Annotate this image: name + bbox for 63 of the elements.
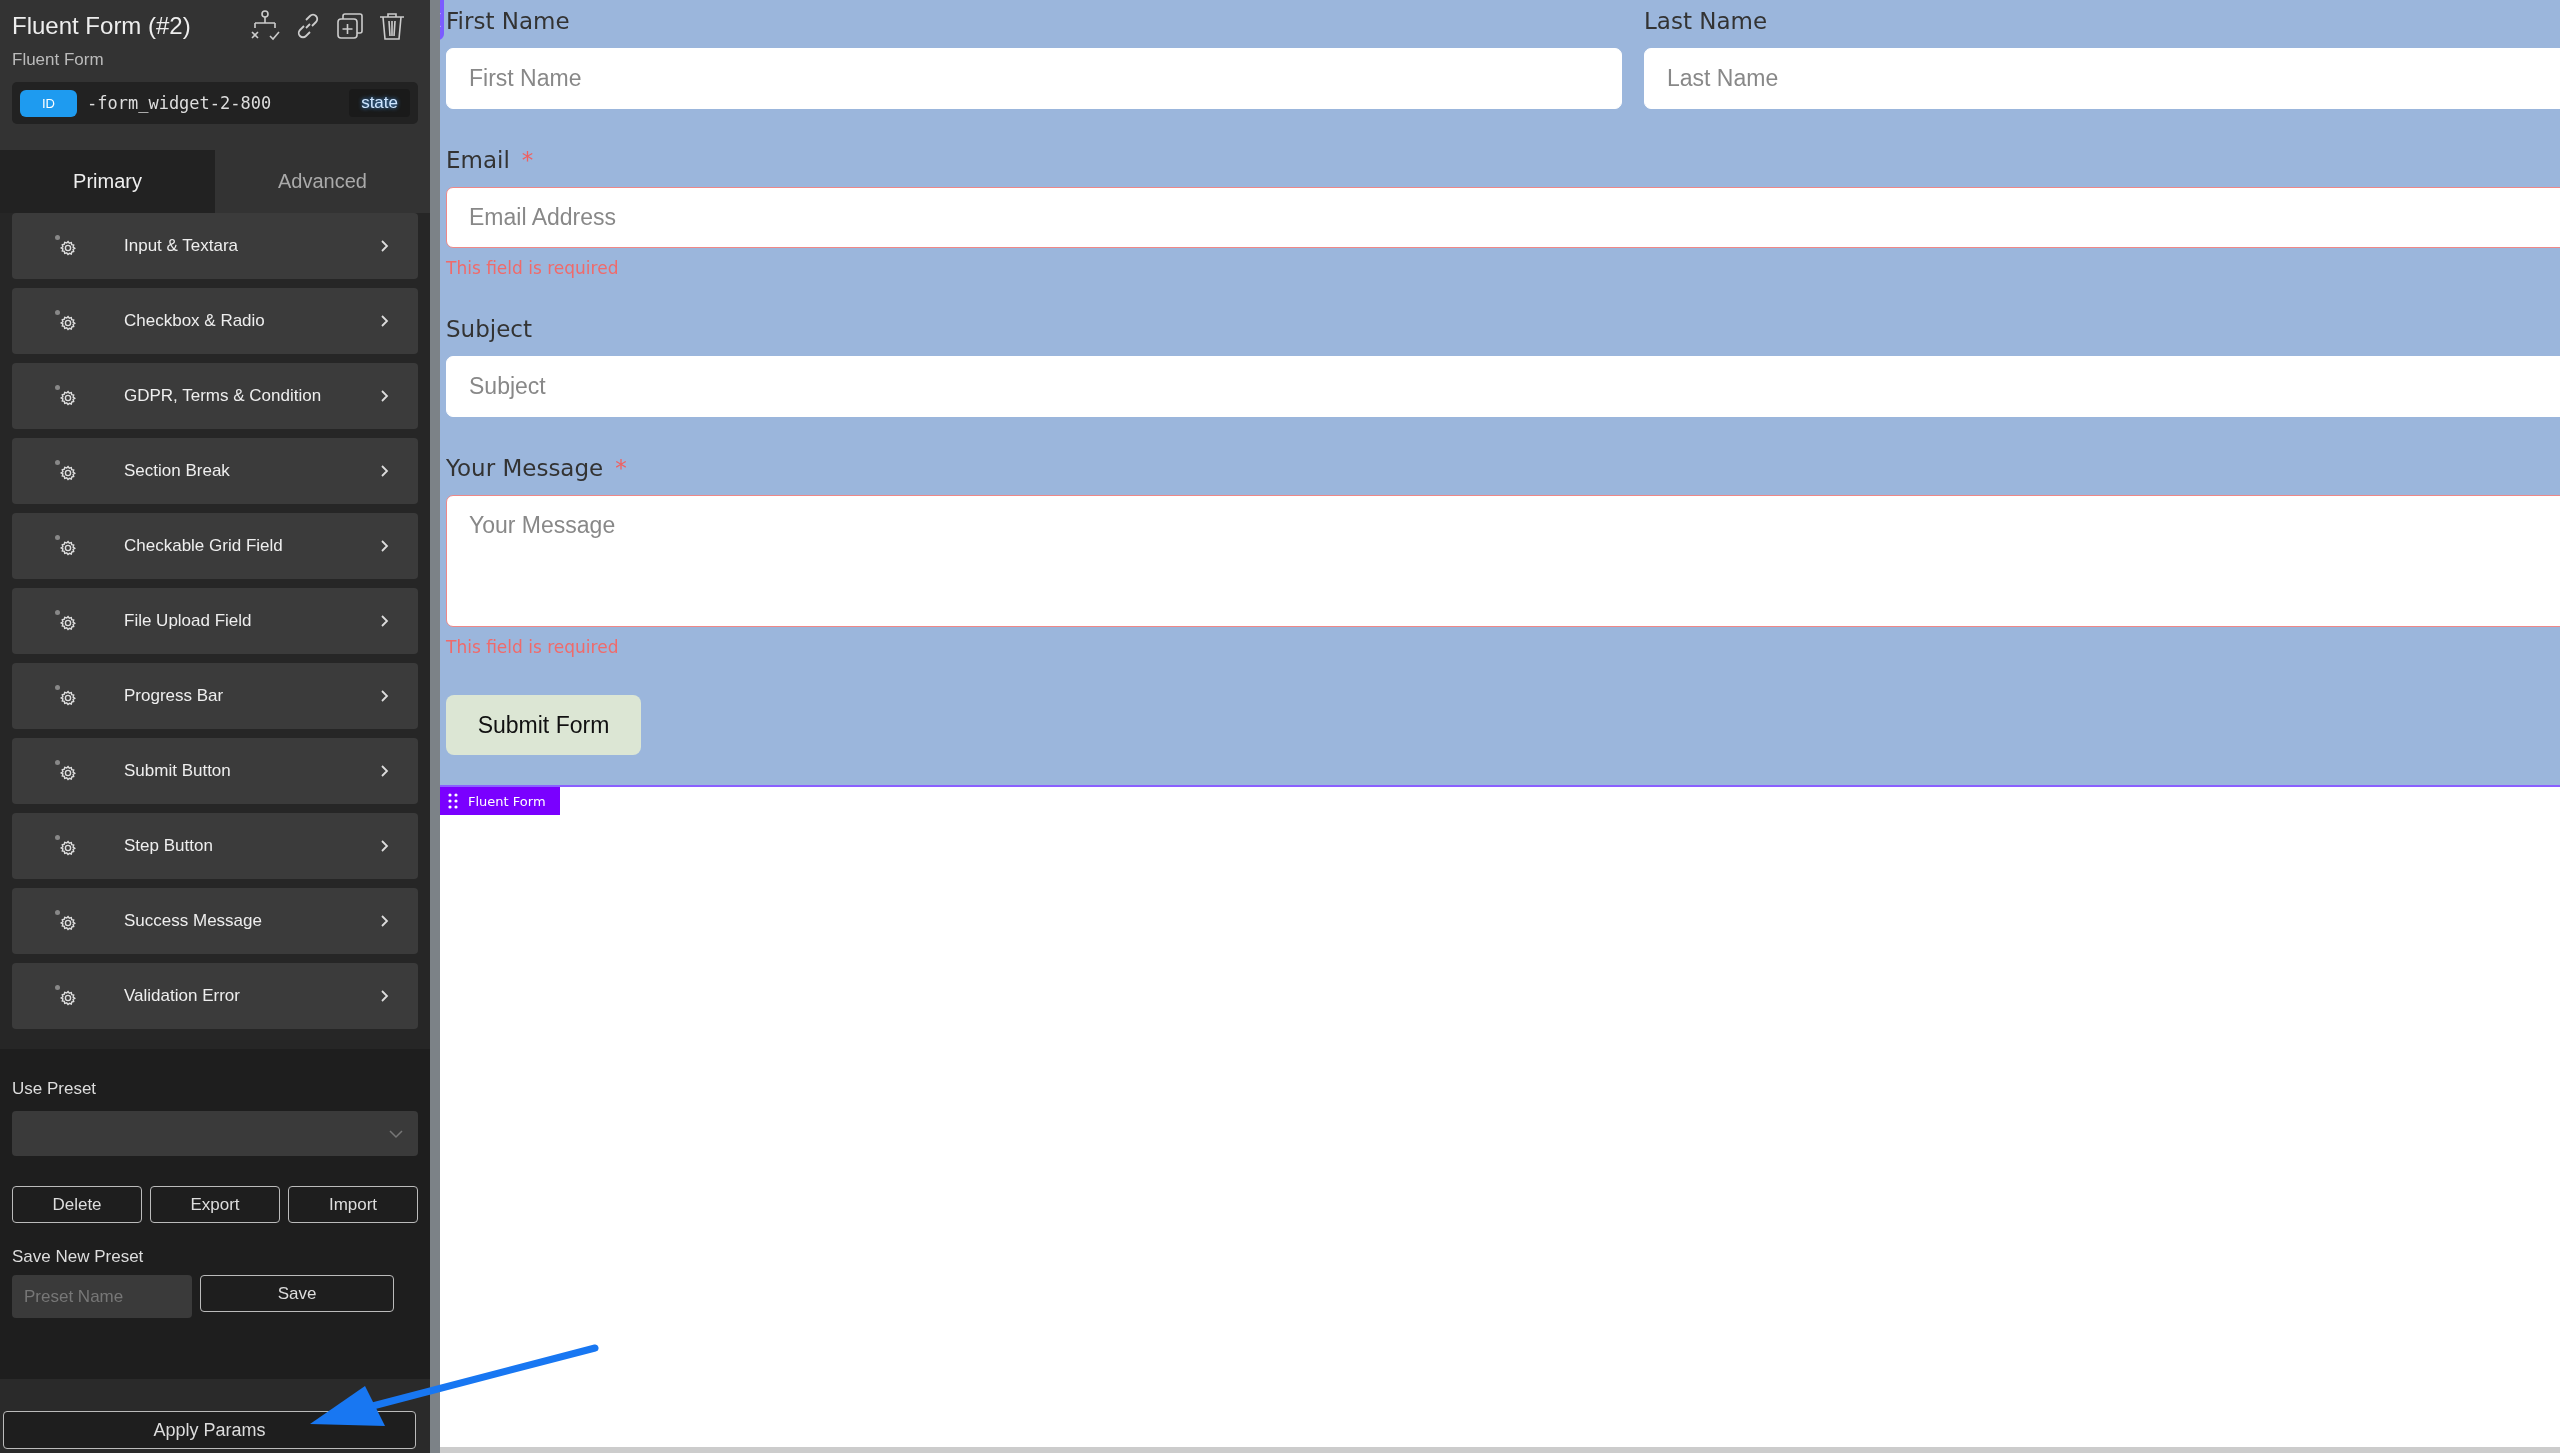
preset-name-field[interactable]: Preset Name: [12, 1275, 192, 1318]
tab[interactable]: Primary: [0, 150, 215, 213]
element-type-label: Fluent Form: [12, 50, 105, 70]
chevron-right-icon: [380, 539, 390, 553]
widget-badge[interactable]: Fluent Form: [440, 787, 560, 815]
preset-action-button[interactable]: Import: [288, 1186, 418, 1223]
field-label: Subject: [446, 316, 533, 342]
chevron-right-icon: [380, 314, 390, 328]
submit-button[interactable]: Submit Form: [446, 695, 641, 755]
field-label: Your Message *: [446, 455, 628, 481]
error-message: This field is required: [446, 637, 620, 657]
use-preset-label: Use Preset: [12, 1079, 98, 1099]
save-preset-label: Save New Preset: [12, 1247, 145, 1267]
gear-icon: [54, 684, 78, 708]
chevron-right-icon: [380, 389, 390, 403]
message-field[interactable]: Your Message: [446, 495, 2560, 627]
chevron-right-icon: [380, 839, 390, 853]
gear-icon: [54, 909, 78, 933]
gear-icon: [54, 534, 78, 558]
style-section-item[interactable]: Checkbox & Radio: [12, 288, 418, 354]
gear-icon: [54, 984, 78, 1008]
id-badge: ID: [20, 89, 77, 117]
gear-icon: [54, 759, 78, 783]
field-label: Last Name: [1644, 8, 1769, 34]
style-section-item[interactable]: Validation Error: [12, 963, 418, 1029]
style-section-item[interactable]: GDPR, Terms & Condition: [12, 363, 418, 429]
preset-action-button[interactable]: Delete: [12, 1186, 142, 1223]
element-id: -form_widget-2-800: [87, 93, 273, 113]
gear-icon: [54, 384, 78, 408]
chevron-right-icon: [380, 464, 390, 478]
gear-icon: [54, 609, 78, 633]
chevron-right-icon: [380, 689, 390, 703]
gear-icon: [54, 459, 78, 483]
chevron-right-icon: [380, 914, 390, 928]
preset-action-button[interactable]: Export: [150, 1186, 280, 1223]
gear-icon: [54, 234, 78, 258]
style-section-item[interactable]: Success Message: [12, 888, 418, 954]
style-section-item[interactable]: Input & Textara: [12, 213, 418, 279]
chevron-down-icon: [388, 1128, 404, 1139]
panel-title: Fluent Form (#2): [12, 12, 191, 40]
apply-params-button[interactable]: Apply Params: [3, 1411, 416, 1449]
drag-handle-icon: [448, 793, 458, 809]
field-label: First Name: [446, 8, 571, 34]
error-message: This field is required: [446, 258, 620, 278]
style-section-item[interactable]: Submit Button: [12, 738, 418, 804]
style-section-item[interactable]: Checkable Grid Field: [12, 513, 418, 579]
chevron-right-icon: [380, 989, 390, 1003]
style-section-item[interactable]: File Upload Field: [12, 588, 418, 654]
chevron-right-icon: [380, 239, 390, 253]
text-field[interactable]: Email Address: [446, 187, 2560, 248]
style-section-item[interactable]: Step Button: [12, 813, 418, 879]
hierarchy-icon[interactable]: [250, 10, 280, 42]
chevron-right-icon: [380, 614, 390, 628]
gear-icon: [54, 834, 78, 858]
trash-icon[interactable]: [378, 11, 406, 41]
field-label: Email *: [446, 147, 535, 173]
style-section-item[interactable]: Progress Bar: [12, 663, 418, 729]
chevron-right-icon: [380, 764, 390, 778]
style-section-item[interactable]: Section Break: [12, 438, 418, 504]
save-button[interactable]: Save: [200, 1275, 394, 1312]
duplicate-icon[interactable]: [336, 12, 364, 40]
state-badge[interactable]: state: [349, 89, 410, 117]
gear-icon: [54, 309, 78, 333]
